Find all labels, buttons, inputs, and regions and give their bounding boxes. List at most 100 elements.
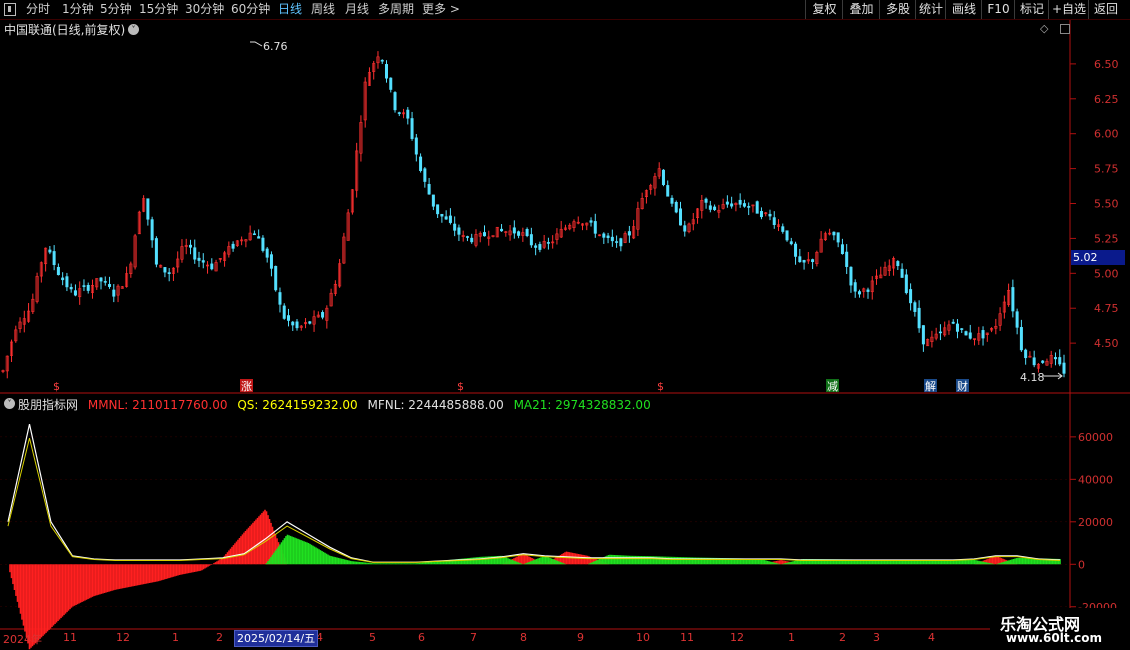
candle-body (666, 185, 670, 197)
watermark-url: www.60lt.com (1006, 631, 1103, 645)
candle-body (785, 230, 789, 241)
candle-body (86, 284, 90, 291)
price-tick-label: 5.00 (1094, 267, 1119, 280)
candle-body (768, 213, 772, 217)
candlesticks (1, 51, 1066, 379)
mfnl-value: MFNL: 2244485888.00 (367, 398, 504, 412)
mmnl-value: MMNL: 2110117760.00 (87, 398, 228, 412)
candle-body (453, 223, 457, 231)
diamond-icon[interactable]: ◇ (1040, 22, 1048, 35)
candle-body (1058, 357, 1062, 365)
event-marker-unlock: 解 (925, 379, 936, 393)
candle-body (836, 232, 840, 243)
candle-body (201, 260, 205, 263)
candle-body (163, 267, 167, 273)
qs-value: QS: 2624159232.00 (237, 398, 358, 412)
candle-body (738, 199, 742, 205)
candle-body (529, 234, 533, 246)
date-axis-label: 8 (520, 631, 527, 644)
candle-body (436, 204, 440, 215)
candle-body (938, 331, 942, 334)
candle-body (840, 244, 844, 255)
candle-body (802, 260, 806, 263)
candle-body (108, 284, 112, 287)
candle-body (48, 249, 52, 253)
candle-body (295, 321, 299, 329)
price-tick-label: 4.75 (1094, 302, 1119, 315)
indicator-tick-label: 40000 (1078, 473, 1113, 486)
candle-body (661, 169, 665, 186)
event-marker-finance: 财 (957, 379, 968, 393)
candle-body (154, 238, 158, 265)
candle-body (1015, 311, 1019, 328)
date-axis-label: 12 (730, 631, 744, 644)
candle-body (909, 289, 913, 304)
candle-body (69, 287, 73, 290)
candle-body (781, 226, 785, 232)
candle-body (56, 266, 60, 276)
candle-body (274, 265, 278, 291)
indicator-gridlines (0, 436, 1070, 608)
candle-body (832, 231, 836, 236)
candle-body (470, 237, 474, 243)
candle-body (615, 241, 619, 243)
candle-body (866, 289, 870, 292)
candle-body (265, 248, 269, 258)
candle-body (679, 208, 683, 226)
candle-body (282, 305, 286, 319)
high-price-label: 6.76 (263, 40, 288, 53)
date-axis-label: 4 (928, 631, 935, 644)
candle-body (384, 64, 388, 79)
candle-body (772, 217, 776, 225)
price-tick-label: 6.00 (1094, 128, 1119, 141)
candle-body (1011, 287, 1015, 312)
candle-body (397, 112, 401, 114)
stock-title: 中国联通(日线,前复权) (4, 21, 125, 38)
candle-body (52, 251, 56, 266)
candle-body (730, 203, 734, 207)
event-marker-dollar: $ (53, 380, 60, 393)
candle-body (291, 321, 295, 326)
candle-body (674, 201, 678, 213)
chevron-down-icon[interactable]: ˅ (128, 24, 139, 35)
candle-body (512, 227, 516, 234)
candle-body (197, 257, 201, 261)
window-icon[interactable] (1060, 24, 1070, 34)
candle-body (150, 219, 154, 241)
candle-body (525, 229, 529, 237)
event-marker-dollar: $ (657, 380, 664, 393)
candle-body (231, 243, 235, 249)
candle-body (427, 184, 431, 195)
candle-body (210, 263, 214, 270)
candle-body (465, 236, 469, 238)
low-marker (1043, 372, 1063, 380)
candle-body (964, 331, 968, 336)
candle-body (742, 203, 746, 207)
date-axis-label: 12 (116, 631, 130, 644)
candle-body (857, 291, 861, 295)
indicator-tick-label: 0 (1078, 558, 1085, 571)
candle-body (440, 213, 444, 217)
candle-body (393, 92, 397, 111)
candle-body (193, 247, 197, 260)
candle-body (188, 244, 192, 248)
price-axis: 4.50 4.75 5.00 5.25 5.50 5.75 6.00 6.25 6.50 (1070, 58, 1119, 350)
candle-body (811, 259, 815, 263)
indicator-menu-icon[interactable]: ˅ (4, 398, 15, 409)
price-tick-label: 4.50 (1094, 337, 1119, 350)
candle-body (589, 220, 593, 223)
candle-body (500, 228, 504, 232)
candle-body (73, 290, 77, 296)
candle-body (921, 325, 925, 345)
candle-body (444, 216, 448, 220)
price-tick-label: 6.25 (1094, 93, 1119, 106)
candle-body (900, 268, 904, 278)
candle-body (534, 245, 538, 248)
candle-body (167, 272, 171, 274)
candle-body (755, 201, 759, 214)
candle-body (610, 236, 614, 242)
qs-line (7, 437, 1061, 563)
candle-body (1032, 357, 1036, 366)
date-axis-label: 6 (418, 631, 425, 644)
candle-body (845, 251, 849, 267)
